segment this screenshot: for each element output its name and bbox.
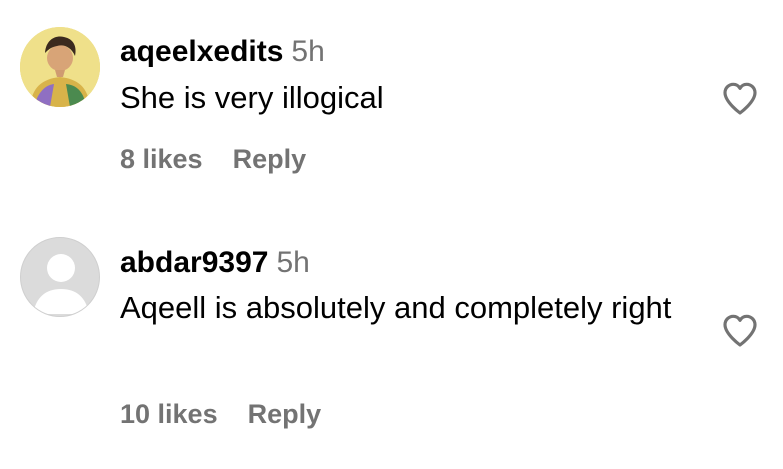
comment-text: She is very illogical [120,80,384,115]
default-avatar-icon [33,254,89,314]
user-avatar[interactable] [20,27,100,107]
comment-header: aqeelxedits 5h [120,34,325,70]
heart-outline-icon[interactable] [720,78,760,118]
heart-outline-icon[interactable] [720,310,760,350]
username[interactable]: abdar9397 [120,246,268,279]
comment-timestamp: 5h [291,35,325,68]
comment-actions: 10 likes Reply [120,398,321,430]
default-user-avatar[interactable] [20,237,100,317]
reply-button[interactable]: Reply [233,144,307,174]
comment-item: aqeelxedits 5h She is very illogical 8 li… [0,0,783,220]
comment-timestamp: 5h [276,246,310,279]
username[interactable]: aqeelxedits [120,35,283,68]
likes-count[interactable]: 8 likes [120,144,203,174]
comment-header: abdar9397 5h [120,245,310,281]
like-icon-graphic [723,82,757,115]
avatar-photo-image [20,27,100,107]
comment-actions: 8 likes Reply [120,143,306,175]
like-icon-graphic [723,314,757,347]
comment-text: Aqeell is absolutely and completely righ… [120,290,672,325]
likes-count[interactable]: 10 likes [120,399,218,429]
reply-button[interactable]: Reply [248,399,322,429]
comment-item: abdar9397 5h Aqeell is absolutely and com… [0,220,783,469]
